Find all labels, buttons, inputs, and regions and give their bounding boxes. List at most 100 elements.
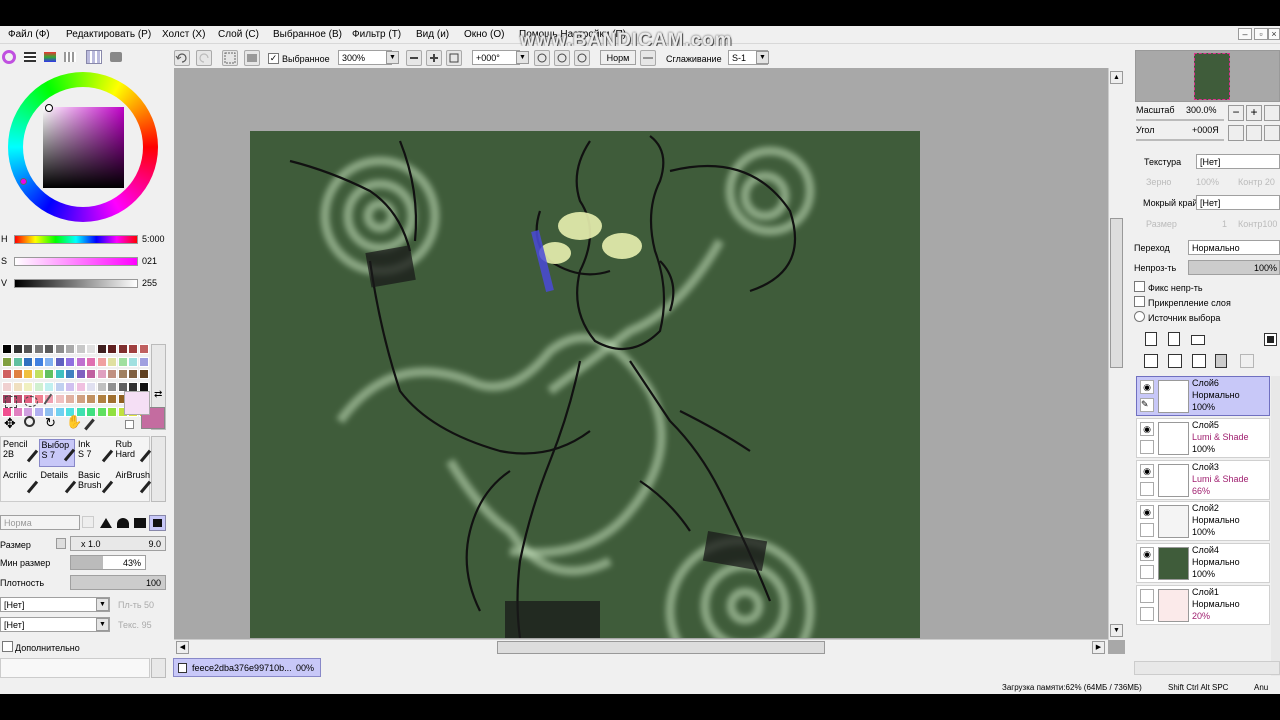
palette-swatch[interactable] <box>54 381 65 392</box>
layer-list-scrollbar[interactable] <box>1271 376 1280 676</box>
palette-swatch[interactable] <box>23 369 33 379</box>
tool-pencil[interactable]: Pencil 2B <box>1 439 39 467</box>
navigator-rotate-right-icon[interactable] <box>1246 125 1262 141</box>
palette-swatch[interactable] <box>65 369 75 379</box>
palette-swatch[interactable] <box>54 344 65 354</box>
palette-swatch[interactable] <box>96 369 107 379</box>
palette-swatch[interactable] <box>75 369 86 379</box>
menu-item-7[interactable]: Окно (О) <box>464 29 504 40</box>
zoom-select[interactable]: 300% <box>338 50 392 65</box>
palette-swatch[interactable] <box>23 406 33 417</box>
palette-swatch[interactable] <box>23 356 33 367</box>
layer-opacity-slider[interactable]: 100% <box>1188 260 1280 275</box>
angle-select[interactable]: +000° <box>472 50 520 65</box>
zoom-in-icon[interactable] <box>426 50 442 66</box>
palette-swatch[interactable] <box>117 356 128 367</box>
minimize-button[interactable]: – <box>1238 28 1252 40</box>
palette-swatch[interactable] <box>86 394 96 404</box>
palette-swatch[interactable] <box>65 356 75 367</box>
palette-swatch[interactable] <box>128 369 138 379</box>
layer-edit-icon[interactable]: ✎ <box>1140 398 1154 412</box>
chevron-down-icon[interactable]: ▼ <box>96 598 109 611</box>
palette-swatch[interactable] <box>44 369 54 379</box>
layer-edit-icon[interactable] <box>1140 607 1154 621</box>
palette-swatch[interactable] <box>65 344 75 354</box>
chevron-down-icon[interactable]: ▼ <box>1110 624 1123 637</box>
tool-rub[interactable]: Rub Hard <box>114 439 151 467</box>
palette-swatch[interactable] <box>86 381 96 392</box>
palette-tab-icon[interactable] <box>86 50 102 64</box>
tool-ink[interactable]: Ink S 7 <box>76 439 114 467</box>
palette-swatch[interactable] <box>2 369 12 379</box>
tool-acrilic[interactable]: Acrilic <box>1 470 39 498</box>
palette-swatch[interactable] <box>107 394 117 404</box>
menu-item-4[interactable]: Выбранное (В) <box>273 29 342 40</box>
zoom-out-icon[interactable] <box>406 50 422 66</box>
palette-swatch[interactable] <box>65 381 75 392</box>
status-resize-track[interactable] <box>1134 661 1280 675</box>
palette-swatch[interactable] <box>86 406 96 417</box>
visibility-eye-icon[interactable]: ◉ <box>1140 505 1154 519</box>
palette-swatch[interactable] <box>2 381 12 392</box>
palette-swatch[interactable] <box>33 406 44 417</box>
menu-item-2[interactable]: Холст (Х) <box>162 29 205 40</box>
chevron-right-icon[interactable]: ▶ <box>1092 641 1105 654</box>
layer-edit-icon[interactable] <box>1140 523 1154 537</box>
close-icon[interactable]: × <box>1268 28 1280 40</box>
swap-colors-icon[interactable]: ⇄ <box>154 390 162 400</box>
palette-swatch[interactable] <box>138 369 149 379</box>
visibility-eye-icon[interactable]: ◉ <box>1140 464 1154 478</box>
texture-select[interactable]: [Нет] <box>1196 154 1280 169</box>
palette-swatch[interactable] <box>107 369 117 379</box>
layer-edit-icon[interactable] <box>1140 565 1154 579</box>
menu-item-5[interactable]: Фильтр (Т) <box>352 29 401 40</box>
navigator-rotate-left-icon[interactable] <box>1228 125 1244 141</box>
chevron-down-icon[interactable]: ▼ <box>516 51 529 64</box>
rotate-icon[interactable]: ↻ <box>45 416 56 429</box>
palette-swatch[interactable] <box>138 344 149 354</box>
navigator-zoom-out-icon[interactable]: − <box>1228 105 1244 121</box>
navigator-zoom-slider[interactable] <box>1136 119 1224 121</box>
saturation-value-square[interactable] <box>43 107 124 188</box>
brush-shape-round-icon[interactable] <box>117 518 129 528</box>
palette-swatch[interactable] <box>96 356 107 367</box>
hue-cursor[interactable] <box>20 178 27 185</box>
chevron-down-icon[interactable]: ▼ <box>96 618 109 631</box>
rotate-reset-icon[interactable] <box>574 50 590 66</box>
palette-swatch[interactable] <box>75 344 86 354</box>
palette-swatch[interactable] <box>75 381 86 392</box>
palette-swatch[interactable] <box>54 406 65 417</box>
layer-row[interactable]: ◉ Слой2 Нормально 100% <box>1136 501 1270 541</box>
zoom-icon[interactable] <box>24 416 35 427</box>
chevron-down-icon[interactable]: ▼ <box>386 51 399 64</box>
canvas-vertical-scrollbar[interactable]: ▲ ▼ <box>1108 68 1125 640</box>
menu-item-6[interactable]: Вид (и) <box>416 29 449 40</box>
visibility-eye-icon[interactable]: ◉ <box>1140 380 1154 394</box>
palette-swatch[interactable] <box>12 356 23 367</box>
visibility-eye-icon[interactable]: ◉ <box>1140 547 1154 561</box>
deselect-icon[interactable] <box>222 50 238 66</box>
move-icon[interactable]: ✥ <box>4 416 16 430</box>
palette-swatch[interactable] <box>107 344 117 354</box>
palette-swatch[interactable] <box>33 356 44 367</box>
navigator-preview[interactable] <box>1135 50 1280 102</box>
layer-row[interactable]: ◉ Слой5 Lumi & Shade 100% <box>1136 418 1270 458</box>
sv-picker-cursor[interactable] <box>45 104 53 112</box>
brush-size-presets[interactable] <box>0 658 150 678</box>
wet-edge-select[interactable]: [Нет] <box>1196 195 1280 210</box>
palette-swatch[interactable] <box>96 406 107 417</box>
select-source-radio[interactable] <box>1134 311 1145 322</box>
texture-select-2[interactable]: [Нет] <box>0 617 110 632</box>
palette-swatch[interactable] <box>86 344 96 354</box>
palette-swatch[interactable] <box>96 344 107 354</box>
transfer-down-icon[interactable] <box>1144 354 1158 368</box>
transparent-color-icon[interactable] <box>125 420 134 429</box>
layer-row[interactable]: ◉ Слой3 Lumi & Shade 66% <box>1136 460 1270 500</box>
new-folder-icon[interactable] <box>1191 335 1205 345</box>
size-lock-button[interactable] <box>56 538 66 549</box>
texture-select-1[interactable]: [Нет] <box>0 597 110 612</box>
selection-checkbox[interactable]: ✓ <box>268 53 279 64</box>
palette-swatch[interactable] <box>107 356 117 367</box>
min-size-slider[interactable]: 43% <box>70 555 146 570</box>
palette-swatch[interactable] <box>117 344 128 354</box>
